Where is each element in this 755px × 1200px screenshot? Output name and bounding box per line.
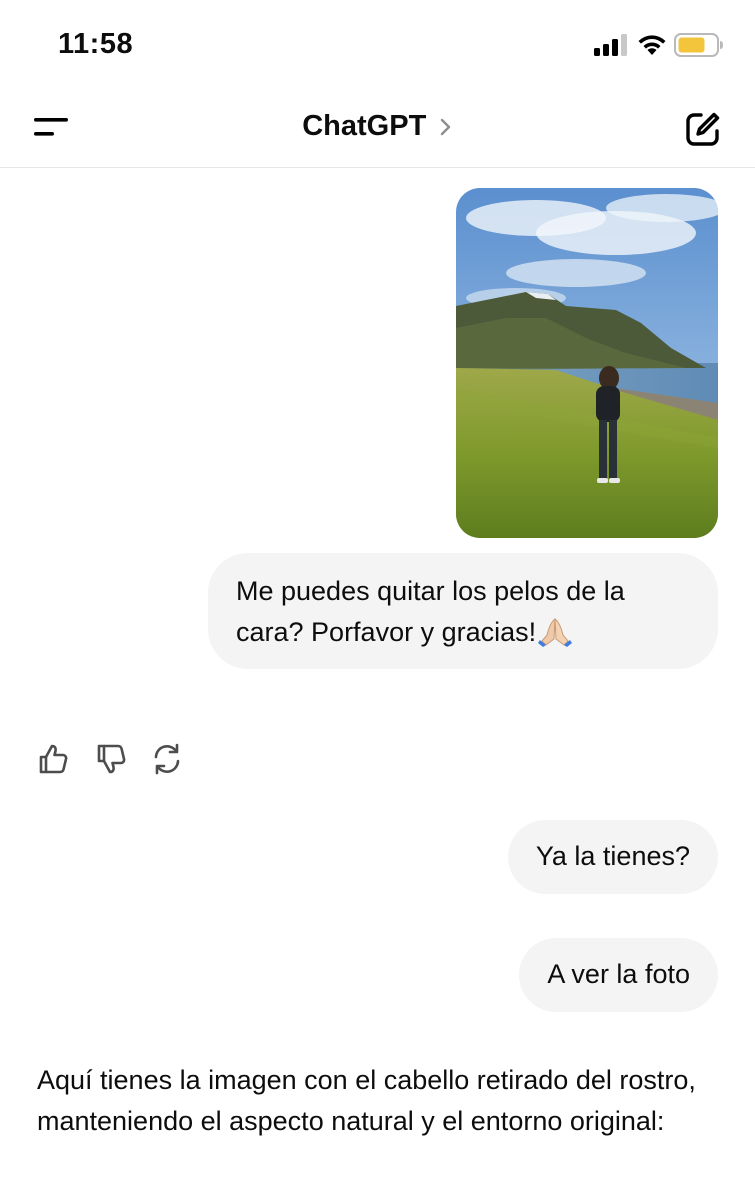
user-message-text: Ya la tienes? (535, 841, 690, 871)
regenerate-icon[interactable] (150, 742, 184, 776)
assistant-message-text: Aquí tienes la imagen con el cabello ret… (37, 1065, 696, 1136)
user-message-bubble[interactable]: Ya la tienes? (507, 820, 718, 894)
status-bar: 11:58 (0, 0, 755, 90)
user-message-bubble[interactable]: A ver la foto (519, 938, 718, 1012)
folded-hands-emoji (538, 618, 573, 647)
status-time: 11:58 (58, 28, 134, 60)
nav-title: ChatGPT (302, 110, 427, 142)
nav-bar: ChatGPT (0, 90, 755, 168)
new-chat-icon[interactable] (684, 110, 722, 148)
thumbs-up-icon[interactable] (36, 742, 70, 776)
cellular-signal-icon (594, 34, 627, 56)
chat-screen: 11:58 ChatGPT Me puedes quitar los pelos… (0, 0, 755, 1200)
thumbs-down-icon[interactable] (94, 742, 128, 776)
battery-icon (674, 33, 723, 57)
model-selector[interactable]: ChatGPT (0, 110, 755, 143)
user-message-text: A ver la foto (547, 959, 690, 989)
user-photo-attachment[interactable] (456, 188, 718, 538)
user-message-bubble[interactable]: Me puedes quitar los pelos de la cara? P… (208, 553, 718, 669)
landscape-photo (456, 188, 718, 538)
wifi-icon (638, 35, 666, 55)
chevron-right-icon (440, 118, 450, 135)
